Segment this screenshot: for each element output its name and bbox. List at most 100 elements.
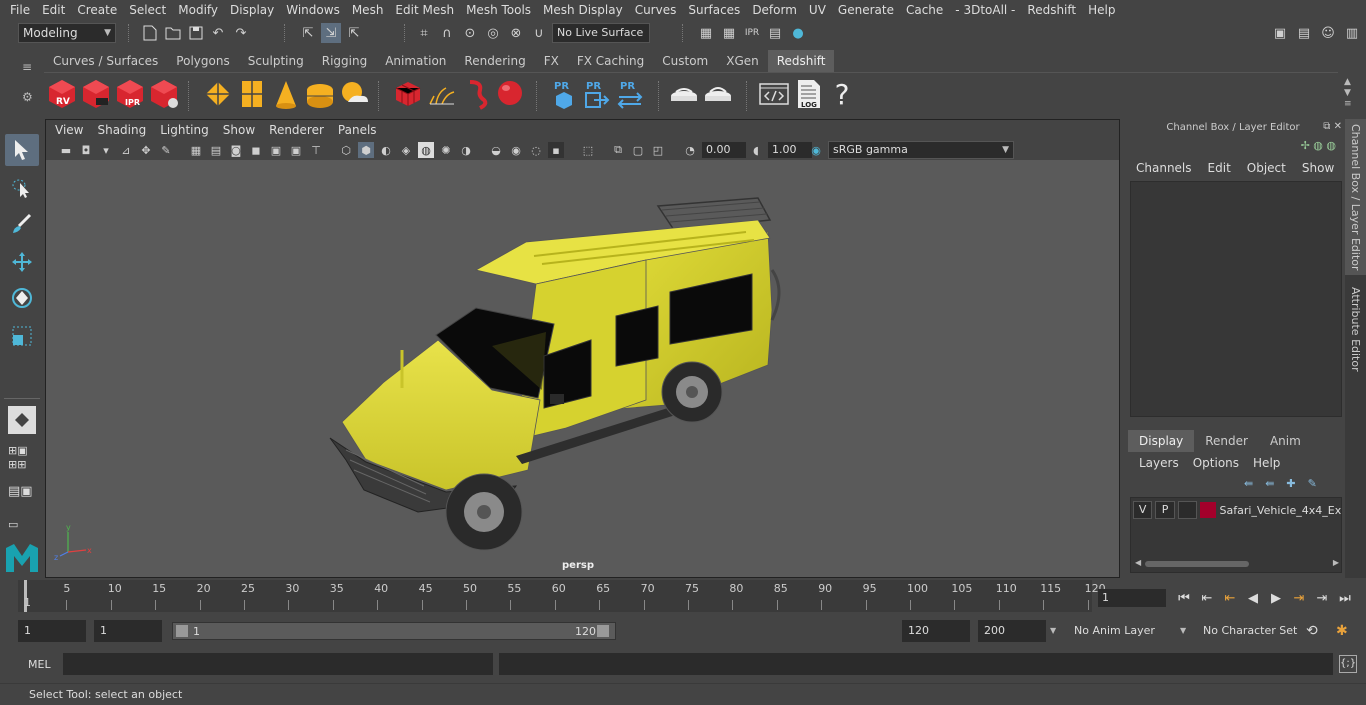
lasso-tool-icon[interactable]: [5, 172, 39, 204]
ipr-render-icon[interactable]: IPR: [742, 23, 762, 43]
rotate-tool-icon[interactable]: [5, 282, 39, 314]
menu-cache[interactable]: Cache: [900, 3, 949, 17]
select-by-hierarchy-icon[interactable]: ⇱: [298, 23, 318, 43]
wireframe-on-shaded-icon[interactable]: ◈: [398, 142, 414, 158]
grease-pencil-icon[interactable]: ✎: [158, 142, 174, 158]
dome-light-icon[interactable]: [304, 78, 336, 110]
channel-list[interactable]: [1130, 181, 1342, 417]
scene-end-field[interactable]: 200: [978, 620, 1046, 642]
pr-cube-icon[interactable]: PR: [548, 78, 580, 110]
command-input[interactable]: [63, 653, 493, 675]
layer-menu-layers[interactable]: Layers: [1132, 456, 1186, 470]
step-back-key-icon[interactable]: ⇤: [1220, 589, 1240, 607]
anti-aliasing-icon[interactable]: ◌: [528, 142, 544, 158]
channel-menu-channels[interactable]: Channels: [1128, 161, 1200, 175]
outliner-layout-icon[interactable]: ▤▣: [8, 484, 33, 499]
tab-channel-box-layer-editor[interactable]: Channel Box / Layer Editor: [1345, 119, 1366, 275]
range-handle-start[interactable]: [176, 625, 188, 637]
menu-windows[interactable]: Windows: [280, 3, 346, 17]
sun-sky-icon[interactable]: [338, 78, 370, 110]
color-space-dropdown[interactable]: sRGB gamma ▼: [828, 141, 1014, 159]
bake-pie-icon[interactable]: [668, 78, 700, 110]
move-tool-icon[interactable]: [5, 246, 39, 278]
tab-attribute-editor[interactable]: Attribute Editor: [1345, 281, 1366, 377]
safe-title-icon[interactable]: ⊤: [308, 142, 324, 158]
portal-light-icon[interactable]: [236, 78, 268, 110]
snap-magnet-icon[interactable]: ∪: [529, 23, 549, 43]
play-backward-icon[interactable]: ◀: [1243, 589, 1263, 607]
menu-generate[interactable]: Generate: [832, 3, 900, 17]
ambient-occlusion-icon[interactable]: ◒: [488, 142, 504, 158]
render-frame-icon[interactable]: ▦: [696, 23, 716, 43]
live-surface-field[interactable]: No Live Surface: [552, 23, 650, 43]
menu-curves[interactable]: Curves: [629, 3, 683, 17]
single-pane-layout-icon[interactable]: [8, 406, 36, 434]
snap-point-icon[interactable]: ⊙: [460, 23, 480, 43]
viewport-menu-shading[interactable]: Shading: [90, 123, 153, 137]
tab-fx[interactable]: FX: [534, 50, 568, 72]
ies-light-icon[interactable]: [270, 78, 302, 110]
menu-deform[interactable]: Deform: [746, 3, 803, 17]
auto-key-icon[interactable]: ⟲: [1306, 620, 1318, 642]
menu-edit[interactable]: Edit: [36, 3, 71, 17]
menu-modify[interactable]: Modify: [172, 3, 224, 17]
current-frame-field[interactable]: 1: [1098, 589, 1166, 607]
bake-pie-settings-icon[interactable]: [702, 78, 734, 110]
channel-box-toggle-icon[interactable]: ✢ ◍ ◍: [1301, 139, 1336, 152]
layer-playback-toggle[interactable]: P: [1155, 501, 1175, 519]
shelf-options[interactable]: ≡ ⚙: [18, 52, 40, 116]
gamma-icon[interactable]: ◖: [748, 142, 764, 158]
playback-start-field[interactable]: 1: [94, 620, 162, 642]
tab-fx-caching[interactable]: FX Caching: [567, 50, 654, 72]
new-scene-icon[interactable]: [140, 23, 160, 43]
layer-row[interactable]: V P Safari_Vehicle_4x4_Ext: [1133, 500, 1341, 520]
layer-name[interactable]: Safari_Vehicle_4x4_Ext: [1220, 504, 1342, 517]
isolate-select-icon[interactable]: ⬚: [580, 142, 596, 158]
render-settings-icon[interactable]: ▤: [765, 23, 785, 43]
range-slider[interactable]: 1 120: [172, 622, 616, 640]
range-handle-end[interactable]: [597, 625, 609, 637]
wireframe-icon[interactable]: ⬡: [338, 142, 354, 158]
tab-polygons[interactable]: Polygons: [167, 50, 239, 72]
play-forward-icon[interactable]: ▶: [1266, 589, 1286, 607]
workspace-icon[interactable]: ▣: [1270, 23, 1290, 43]
viewport-scene[interactable]: y x z persp: [46, 160, 1119, 577]
frame-selected-icon[interactable]: ◰: [650, 142, 666, 158]
color-management-icon[interactable]: ◉: [808, 142, 824, 158]
tab-display[interactable]: Display: [1128, 430, 1195, 452]
menu-edit-mesh[interactable]: Edit Mesh: [389, 3, 460, 17]
camera-icon[interactable]: ▬: [58, 142, 74, 158]
lights-icon[interactable]: ✺: [438, 142, 454, 158]
layer-menu-options[interactable]: Options: [1186, 456, 1246, 470]
menu-create[interactable]: Create: [71, 3, 123, 17]
channel-menu-object[interactable]: Object: [1239, 161, 1294, 175]
tab-render[interactable]: Render: [1194, 430, 1259, 452]
hair-icon[interactable]: [460, 78, 492, 110]
go-to-end-icon[interactable]: ⏭: [1335, 589, 1355, 607]
scroll-right-icon[interactable]: ▶: [1333, 558, 1339, 567]
snap-view-icon[interactable]: ◎: [483, 23, 503, 43]
resolution-gate-icon[interactable]: ◙: [228, 142, 244, 158]
channel-menu-edit[interactable]: Edit: [1200, 161, 1239, 175]
sphere-material-icon[interactable]: [494, 78, 526, 110]
pr-export-icon[interactable]: PR: [580, 78, 612, 110]
xray-icon[interactable]: ◍: [418, 142, 434, 158]
scene-start-field[interactable]: 1: [18, 620, 86, 642]
select-by-object-icon[interactable]: ⇲: [321, 23, 341, 43]
proxy-icon[interactable]: [392, 78, 424, 110]
layer-visibility-toggle[interactable]: V: [1133, 501, 1153, 519]
channel-menu-show[interactable]: Show: [1294, 161, 1342, 175]
panel-layout-icon[interactable]: ▭: [8, 518, 18, 531]
scroll-left-icon[interactable]: ◀: [1135, 558, 1141, 567]
viewport-menu-view[interactable]: View: [48, 123, 90, 137]
depth-of-field-icon[interactable]: ▪: [548, 142, 564, 158]
redshift-render-sequence-icon[interactable]: [80, 78, 112, 110]
layer-menu-help[interactable]: Help: [1246, 456, 1287, 470]
help-question-icon[interactable]: ?: [826, 78, 858, 111]
gamma-field[interactable]: 1.00: [768, 142, 812, 158]
layer-display-type-toggle[interactable]: [1177, 501, 1198, 519]
exposure-icon[interactable]: ◔: [682, 142, 698, 158]
menu-icon[interactable]: ≡: [22, 60, 32, 74]
shelf-scroll-arrows-icon[interactable]: ▲ ▼ ≡: [1344, 77, 1352, 110]
gear-icon[interactable]: ⚙: [22, 90, 33, 104]
